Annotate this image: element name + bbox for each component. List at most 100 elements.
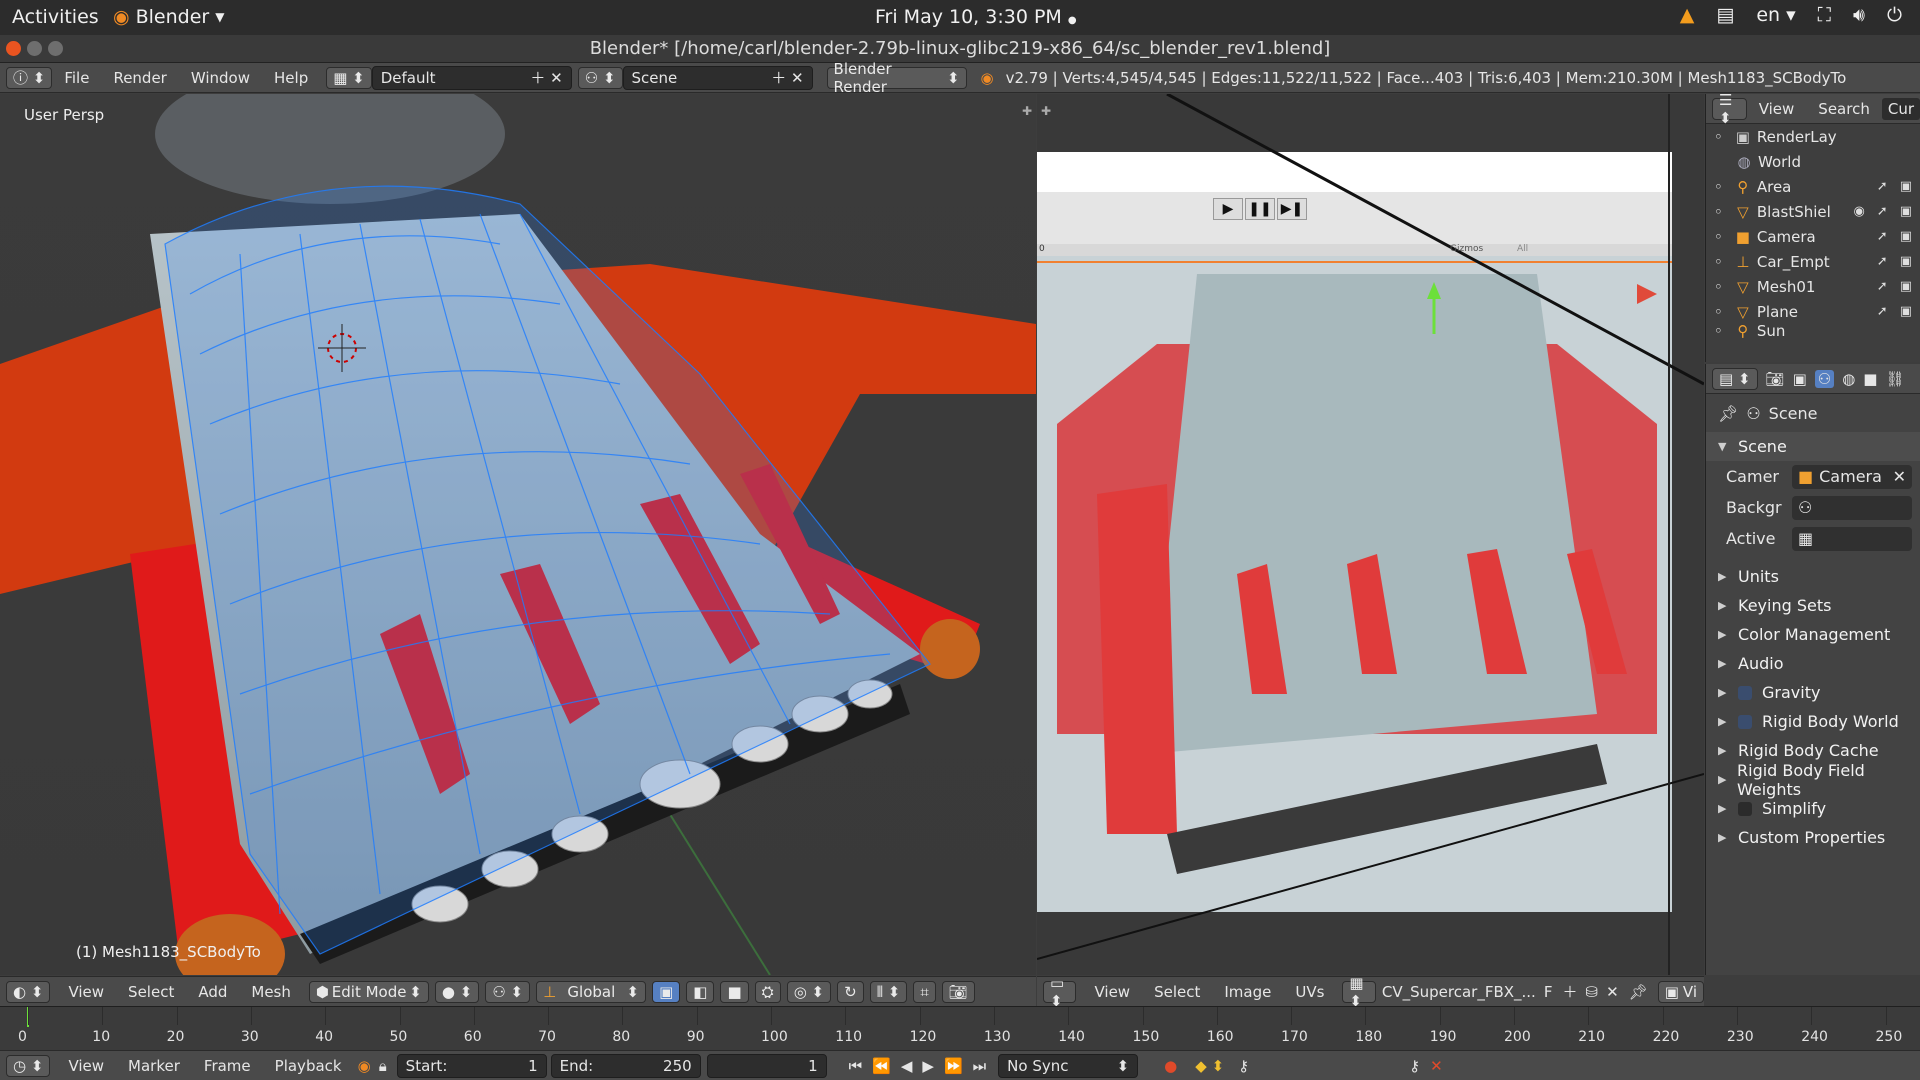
cursor-select-icon[interactable]: ➚ xyxy=(1877,229,1888,244)
world-tab-icon[interactable]: ◍ xyxy=(1842,370,1855,388)
render-toggle-icon[interactable]: ▣ xyxy=(1900,204,1912,219)
outliner-editor-type-button[interactable]: ☰ ⬍ xyxy=(1712,91,1747,127)
pause-icon[interactable]: ❚❚ xyxy=(1245,198,1275,220)
render-tab-icon[interactable]: 📷︎ xyxy=(1766,370,1785,388)
unlink-image-icon[interactable]: ✕ xyxy=(1606,983,1619,1001)
vlc-icon[interactable]: ▲ xyxy=(1680,4,1695,26)
outliner-row-area[interactable]: ◦ ⚲ Area ➚ ▣ xyxy=(1706,174,1920,199)
simplify-checkbox[interactable] xyxy=(1738,801,1752,816)
split-corner-icon[interactable]: ✚ xyxy=(1041,104,1051,118)
face-select-mode-icon[interactable]: ■ xyxy=(720,980,749,1003)
scene-icon[interactable]: ⚇ ⬍ xyxy=(577,66,623,89)
outliner-row-sun[interactable]: ◦ ⚲ Sun xyxy=(1706,324,1920,338)
outliner-row-mesh01[interactable]: ◦ ▽ Mesh01 ➚ ▣ xyxy=(1706,274,1920,299)
network-icon[interactable]: ⛶ xyxy=(1818,4,1831,26)
language-indicator[interactable]: en ▾ xyxy=(1756,4,1795,26)
record-icon[interactable]: ◉ xyxy=(358,1057,371,1075)
menu-window[interactable]: Window xyxy=(191,69,250,87)
app-menu[interactable]: ◉ Blender ▼ xyxy=(113,6,224,28)
viewport-menu-select[interactable]: Select xyxy=(128,983,174,1001)
image-editor[interactable]: ▶ ❚❚ ▶❚ 0 Gizmos All ✚ xyxy=(1037,94,1704,975)
panel-custom-properties[interactable]: ▶ Custom Properties xyxy=(1706,823,1920,852)
clear-icon[interactable]: ✕ xyxy=(1893,467,1906,486)
cursor-select-icon[interactable]: ➚ xyxy=(1877,304,1888,319)
panel-rigid-body-field-weights[interactable]: ▶ Rigid Body Field Weights xyxy=(1706,761,1920,799)
image-menu-view[interactable]: View xyxy=(1094,983,1130,1001)
play-reverse-icon[interactable]: ◀ xyxy=(901,1057,913,1075)
image-menu-image[interactable]: Image xyxy=(1224,983,1271,1001)
panel-rigid-body-world[interactable]: ▶ Rigid Body World xyxy=(1706,707,1920,736)
outliner-row-car-empty[interactable]: ◦ ⊥ Car_Empt ➚ ▣ xyxy=(1706,249,1920,274)
jump-end-icon[interactable]: ⏭ xyxy=(973,1057,987,1075)
fake-user-toggle[interactable]: F xyxy=(1544,983,1553,1001)
properties-editor-type-button[interactable]: ▤ ⬍ xyxy=(1712,367,1758,390)
keyframe-add-icon[interactable]: ⚷ xyxy=(1409,1057,1420,1075)
expand-icon[interactable]: ◦ xyxy=(1714,203,1723,221)
expand-icon[interactable]: ◦ xyxy=(1714,303,1723,321)
expand-icon[interactable]: ◦ xyxy=(1714,228,1723,246)
image-menu-uvs[interactable]: UVs xyxy=(1295,983,1324,1001)
render-toggle-icon[interactable]: ▣ xyxy=(1900,179,1912,194)
camera-field[interactable]: ■ Camera ✕ xyxy=(1792,464,1912,489)
auto-keyframe-icon[interactable]: ● xyxy=(1164,1057,1177,1075)
snap-target-icon[interactable]: ⫴ ⬍ xyxy=(869,980,908,1003)
viewport-menu-view[interactable]: View xyxy=(68,983,104,1001)
pivot-select[interactable]: ⚇ ⬍ xyxy=(485,980,531,1003)
outliner-row-world[interactable]: ◍ World xyxy=(1706,149,1920,174)
scene-field[interactable]: Scene ＋ ✕ xyxy=(622,65,813,90)
proportional-edit-icon[interactable]: ◎ ⬍ xyxy=(786,980,832,1003)
image-editor-type-button[interactable]: ▭ ⬍ xyxy=(1043,974,1077,1010)
add-scene-icon[interactable]: ＋ ✕ xyxy=(771,67,803,88)
expand-icon[interactable]: ◦ xyxy=(1714,128,1723,146)
viewport-menu-add[interactable]: Add xyxy=(198,983,227,1001)
image-name-field[interactable]: CV_Supercar_FBX_... xyxy=(1382,983,1536,1001)
step-icon[interactable]: ▶❚ xyxy=(1277,198,1307,220)
viewport-editor-type-button[interactable]: ◐ ⬍ xyxy=(6,980,51,1003)
timeline-ruler-canvas[interactable] xyxy=(0,1007,1920,1051)
image-menu-select[interactable]: Select xyxy=(1154,983,1200,1001)
render-toggle-icon[interactable]: ▣ xyxy=(1900,279,1912,294)
rigid-body-world-checkbox[interactable] xyxy=(1738,714,1752,729)
viewport-canvas[interactable] xyxy=(0,94,1036,975)
outliner-menu-view[interactable]: View xyxy=(1759,100,1795,118)
insert-keyframe-icon[interactable]: ⚷ xyxy=(1238,1057,1249,1075)
expand-icon[interactable]: ◦ xyxy=(1714,253,1723,271)
add-layout-icon[interactable]: ＋ ✕ xyxy=(530,67,562,88)
camera-view-icon[interactable]: 📷︎ xyxy=(941,980,975,1003)
outliner-row-camera[interactable]: ◦ ■ Camera ➚ ▣ xyxy=(1706,224,1920,249)
lock-icon[interactable]: 🔒︎ xyxy=(379,1057,387,1075)
outliner-row-plane[interactable]: ◦ ▽ Plane ➚ ▣ xyxy=(1706,299,1920,324)
image-browse-icon[interactable]: ▦ ⬍ xyxy=(1342,974,1376,1010)
end-frame-field[interactable]: End: 250 xyxy=(550,1053,701,1078)
background-field[interactable]: ⚇ xyxy=(1792,495,1912,520)
play-icon[interactable]: ▶ xyxy=(922,1057,934,1075)
image-canvas[interactable] xyxy=(1037,94,1704,975)
jump-prev-key-icon[interactable]: ⏪ xyxy=(872,1057,891,1075)
activities-button[interactable]: Activities xyxy=(12,6,99,28)
timeline-menu-marker[interactable]: Marker xyxy=(128,1057,180,1075)
render-toggle-icon[interactable]: ▣ xyxy=(1900,229,1912,244)
menu-file[interactable]: File xyxy=(64,69,89,87)
timeline-ruler[interactable]: 0 10 20 30 40 50 60 70 80 90 100 110 120 130 140 150 160… xyxy=(0,1006,1920,1050)
new-image-icon[interactable]: ＋ xyxy=(1562,981,1577,1002)
info-editor-type-button[interactable]: ⓘ ⬍ xyxy=(6,66,53,89)
play-icon[interactable]: ▶ xyxy=(1213,198,1243,220)
render-toggle-icon[interactable]: ▣ xyxy=(1900,304,1912,319)
render-engine-select[interactable]: Blender Render ⬍ xyxy=(826,60,967,96)
orientation-select[interactable]: ⊥ Global ⬍ xyxy=(536,980,647,1003)
sync-mode-select[interactable]: No Sync ⬍ xyxy=(998,1053,1139,1078)
keying-set-icon[interactable]: ◆ ⬍ xyxy=(1195,1057,1224,1075)
menu-help[interactable]: Help xyxy=(274,69,308,87)
object-tab-icon[interactable]: ■ xyxy=(1863,370,1877,388)
cursor-select-icon[interactable]: ➚ xyxy=(1877,279,1888,294)
timeline-editor-type-button[interactable]: ◷ ⬍ xyxy=(6,1054,51,1077)
pin-icon[interactable]: 📌︎ xyxy=(1629,983,1648,1001)
power-icon[interactable]: ⏻ xyxy=(1887,4,1902,26)
clock[interactable]: Fri May 10, 3:30 PM ● xyxy=(875,6,1077,28)
3d-viewport[interactable]: User Persp (1) Mesh1183_SCBodyTo ✚ xyxy=(0,94,1036,975)
timeline-menu-playback[interactable]: Playback xyxy=(275,1057,342,1075)
view-mode-select[interactable]: ▣ Vi xyxy=(1657,980,1704,1003)
shading-select[interactable]: ● ⬍ xyxy=(434,980,480,1003)
panel-scene[interactable]: ▼ Scene xyxy=(1706,432,1920,461)
expand-icon[interactable]: ◦ xyxy=(1714,324,1723,338)
